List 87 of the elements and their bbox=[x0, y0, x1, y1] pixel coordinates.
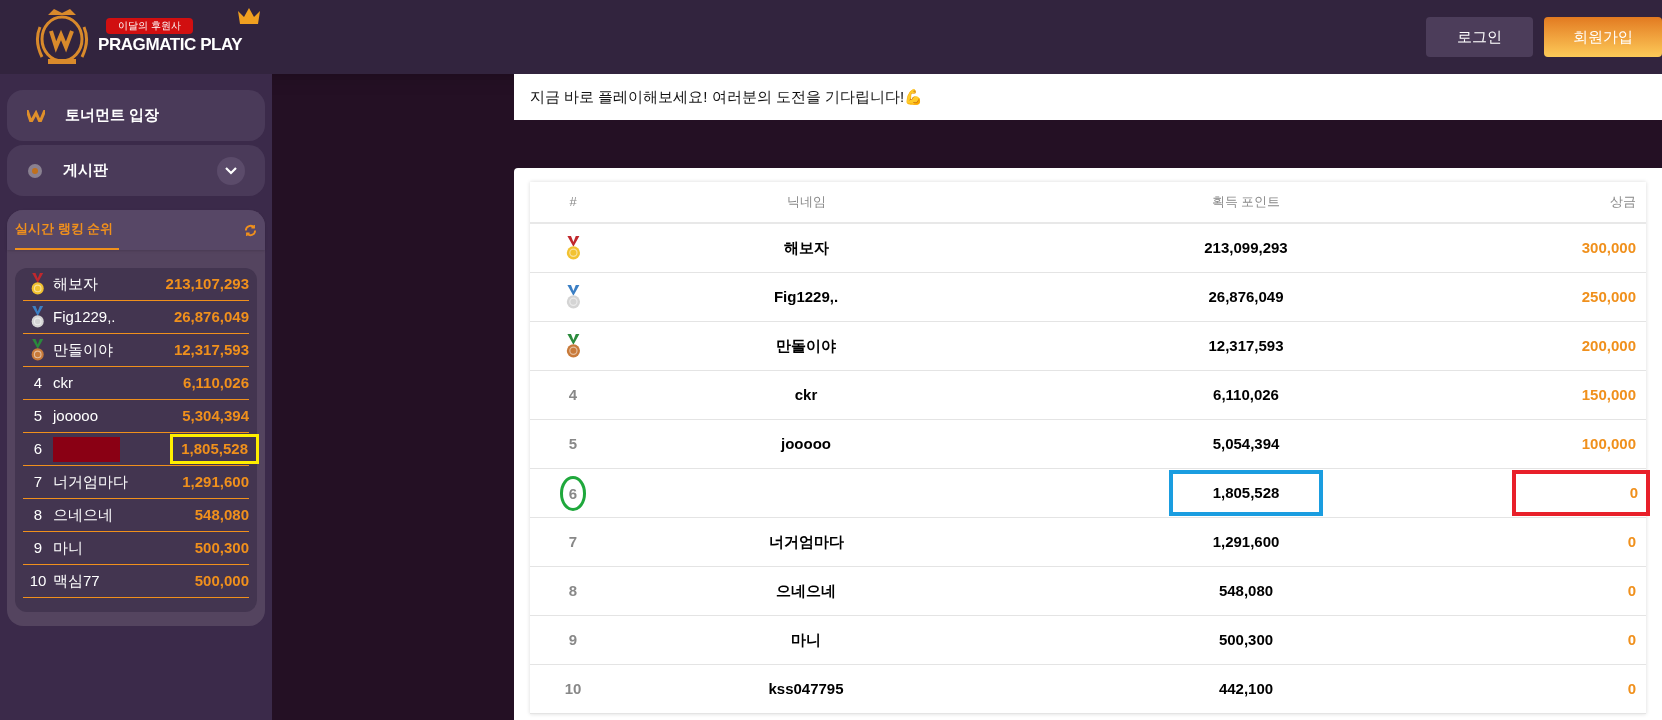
points-value: 1,805,528 bbox=[1169, 470, 1323, 516]
score-value: 500,000 bbox=[194, 570, 249, 591]
rank-number: 9 bbox=[568, 629, 578, 650]
player-name: Fig1229,. bbox=[773, 286, 839, 307]
player-name: 맥심77 bbox=[53, 570, 100, 591]
refresh-icon[interactable] bbox=[244, 223, 257, 237]
rank-number: 6 bbox=[33, 438, 43, 459]
score-value: 548,080 bbox=[194, 504, 249, 525]
brand-name: PRAGMATIC PLAY bbox=[98, 34, 243, 56]
player-name: 으네으네 bbox=[53, 504, 113, 525]
points-value: 500,300 bbox=[1218, 629, 1274, 650]
notice-text: 지금 바로 플레이해보세요! 여러분의 도전을 기다립니다!💪 bbox=[530, 86, 924, 107]
expand-toggle[interactable] bbox=[217, 156, 245, 185]
player-name: jooooo bbox=[53, 405, 99, 426]
crest-logo-icon bbox=[34, 7, 90, 67]
chip-icon bbox=[27, 162, 43, 179]
score-value: 6,110,026 bbox=[183, 372, 249, 393]
points-value: 12,317,593 bbox=[1208, 335, 1284, 356]
prize-value: 0 bbox=[1512, 470, 1650, 516]
score-value: 1,805,528 bbox=[181, 438, 248, 459]
rank-number: 7 bbox=[33, 471, 43, 492]
player-name: ckr bbox=[53, 372, 73, 393]
score-value: 1,291,600 bbox=[182, 471, 249, 492]
rank-number: 10 bbox=[29, 570, 47, 591]
score-value: 5,304,394 bbox=[182, 405, 249, 426]
crown-icon bbox=[238, 8, 261, 26]
rank-number: 8 bbox=[568, 580, 578, 601]
sponsor-badge: 이달의 후원사 bbox=[106, 18, 193, 35]
points-value: 548,080 bbox=[1218, 580, 1274, 601]
player-name: 너거엄마다 bbox=[53, 471, 128, 492]
rank-number: 9 bbox=[33, 537, 43, 558]
rank-number: 5 bbox=[568, 433, 578, 454]
player-name: 만돌이야 bbox=[776, 335, 836, 356]
prize-value: 150,000 bbox=[1581, 384, 1637, 405]
player-name: jooooo bbox=[781, 433, 831, 454]
player-name: 해보자 bbox=[53, 273, 98, 294]
menu-label: 토너먼트 입장 bbox=[65, 105, 161, 126]
prize-value: 250,000 bbox=[1581, 286, 1637, 307]
prize-value: 0 bbox=[1627, 531, 1637, 552]
column-header: 상금 bbox=[1609, 193, 1637, 212]
player-name: 으네으네 bbox=[776, 580, 836, 601]
player-name: 너거엄마다 bbox=[768, 531, 844, 552]
score-value: 500,300 bbox=[194, 537, 249, 558]
player-name: Fig1229,. bbox=[53, 306, 116, 327]
column-header: 획득 포인트 bbox=[1210, 193, 1282, 212]
score-value: 26,876,049 bbox=[173, 306, 249, 327]
points-value: 1,291,600 bbox=[1212, 531, 1280, 552]
menu-item[interactable]: 토너먼트 입장 bbox=[7, 90, 265, 141]
points-value: 442,100 bbox=[1218, 678, 1274, 699]
w-logo-icon bbox=[27, 109, 45, 122]
menu-label: 게시판 bbox=[63, 160, 109, 181]
rank-number: 4 bbox=[33, 372, 43, 393]
medal-icon bbox=[30, 306, 46, 328]
chevron-down-icon bbox=[225, 166, 237, 175]
rank-number: 6 bbox=[559, 475, 587, 511]
prize-value: 0 bbox=[1627, 678, 1637, 699]
medal-icon bbox=[564, 236, 582, 260]
prize-value: 0 bbox=[1627, 580, 1637, 601]
player-name: 마니 bbox=[791, 629, 821, 650]
column-header: # bbox=[568, 193, 578, 212]
rank-number: 10 bbox=[564, 678, 582, 699]
menu-item[interactable]: 게시판 bbox=[7, 145, 265, 196]
points-value: 5,054,394 bbox=[1212, 433, 1280, 454]
rank-number: 8 bbox=[33, 504, 43, 525]
points-value: 26,876,049 bbox=[1208, 286, 1284, 307]
score-value: 12,317,593 bbox=[173, 339, 249, 360]
rank-number: 5 bbox=[33, 405, 43, 426]
score-value: 213,107,293 bbox=[165, 273, 249, 294]
player-name: 마니 bbox=[53, 537, 83, 558]
prize-value: 200,000 bbox=[1581, 335, 1637, 356]
points-value: 6,110,026 bbox=[1213, 384, 1279, 405]
prize-value: 300,000 bbox=[1581, 237, 1637, 258]
points-value: 213,099,293 bbox=[1204, 237, 1288, 258]
column-header: 닉네임 bbox=[785, 193, 827, 212]
prize-value: 100,000 bbox=[1581, 433, 1637, 454]
player-name: kss047795 bbox=[768, 678, 844, 699]
prize-value: 0 bbox=[1627, 629, 1637, 650]
medal-icon bbox=[564, 285, 582, 309]
medal-icon bbox=[564, 334, 582, 358]
medal-icon bbox=[30, 273, 46, 295]
player-name: ckr bbox=[794, 384, 818, 405]
rank-number: 4 bbox=[568, 384, 578, 405]
medal-icon bbox=[30, 339, 46, 361]
player-name: 해보자 bbox=[783, 237, 829, 258]
rank-number: 7 bbox=[568, 531, 578, 552]
player-name: 만돌이야 bbox=[53, 339, 113, 360]
login-button[interactable]: 로그인 bbox=[1426, 17, 1533, 57]
